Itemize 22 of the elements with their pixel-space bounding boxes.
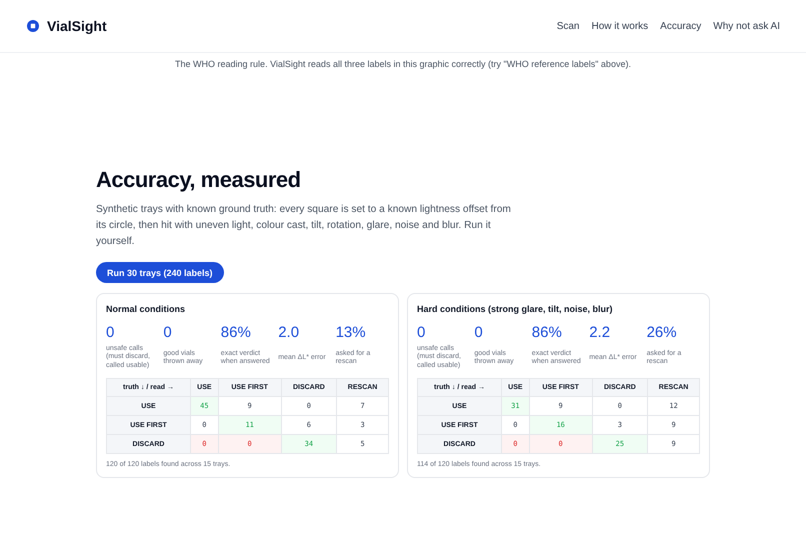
stat-value: 13% bbox=[336, 324, 367, 341]
nav-link[interactable]: Scan bbox=[556, 20, 580, 32]
stat-value: 0 bbox=[106, 324, 116, 341]
brand-name: VialSight bbox=[47, 18, 107, 34]
stat-value: 0 bbox=[474, 324, 484, 341]
card-title: Hard conditions (strong glare, tilt, noise, blur) bbox=[417, 304, 614, 314]
card-title: Normal conditions bbox=[106, 304, 186, 314]
stat-value: 2.2 bbox=[589, 324, 612, 341]
caption: The WHO reading rule. VialSight reads all three labels in this graphic correctly (try "WHO reference labels" above). bbox=[174, 59, 632, 69]
logo-icon bbox=[27, 20, 39, 32]
stat-value: 86% bbox=[220, 324, 252, 341]
stat-value: 0 bbox=[163, 324, 173, 341]
section-title: Accuracy, measured bbox=[96, 167, 302, 193]
nav-link[interactable]: Accuracy bbox=[660, 20, 702, 32]
nav-link[interactable]: Why not ask AI bbox=[713, 20, 780, 32]
stat-value: 0 bbox=[417, 324, 426, 341]
intro-text: Synthetic trays with known ground truth: every square is set to a known lightness offset from its circle, then hit with uneven light, colour cast, tilt, rotation, glare, noise and blur. Run it yourself. bbox=[96, 203, 512, 249]
run-button[interactable]: Run 30 trays (240 labels) bbox=[96, 262, 224, 283]
stat-value: 2.0 bbox=[278, 324, 300, 341]
stat-value: 26% bbox=[646, 324, 678, 341]
stat-value: 86% bbox=[532, 324, 563, 341]
nav-link[interactable]: How it works bbox=[591, 20, 648, 32]
